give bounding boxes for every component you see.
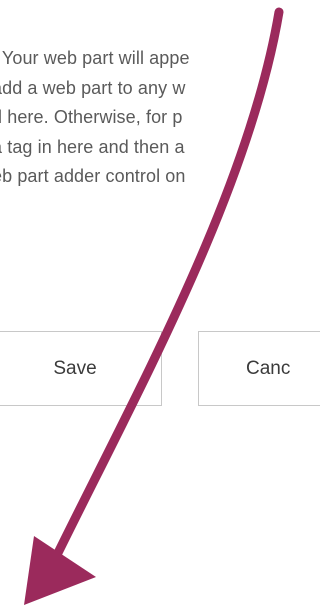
description-line: add a web part to any w: [0, 77, 186, 98]
description-text: . Your web part will appe add a web part…: [0, 44, 320, 192]
cancel-button[interactable]: Canc: [198, 331, 320, 406]
description-line: eb part adder control on: [0, 166, 186, 186]
arrow-head: [24, 536, 96, 605]
description-line: a tag in here and then a: [0, 136, 185, 157]
description-line: . Your web part will appe: [0, 48, 190, 68]
save-button[interactable]: Save: [0, 331, 162, 406]
description-line: d here. Otherwise, for p: [0, 107, 183, 127]
